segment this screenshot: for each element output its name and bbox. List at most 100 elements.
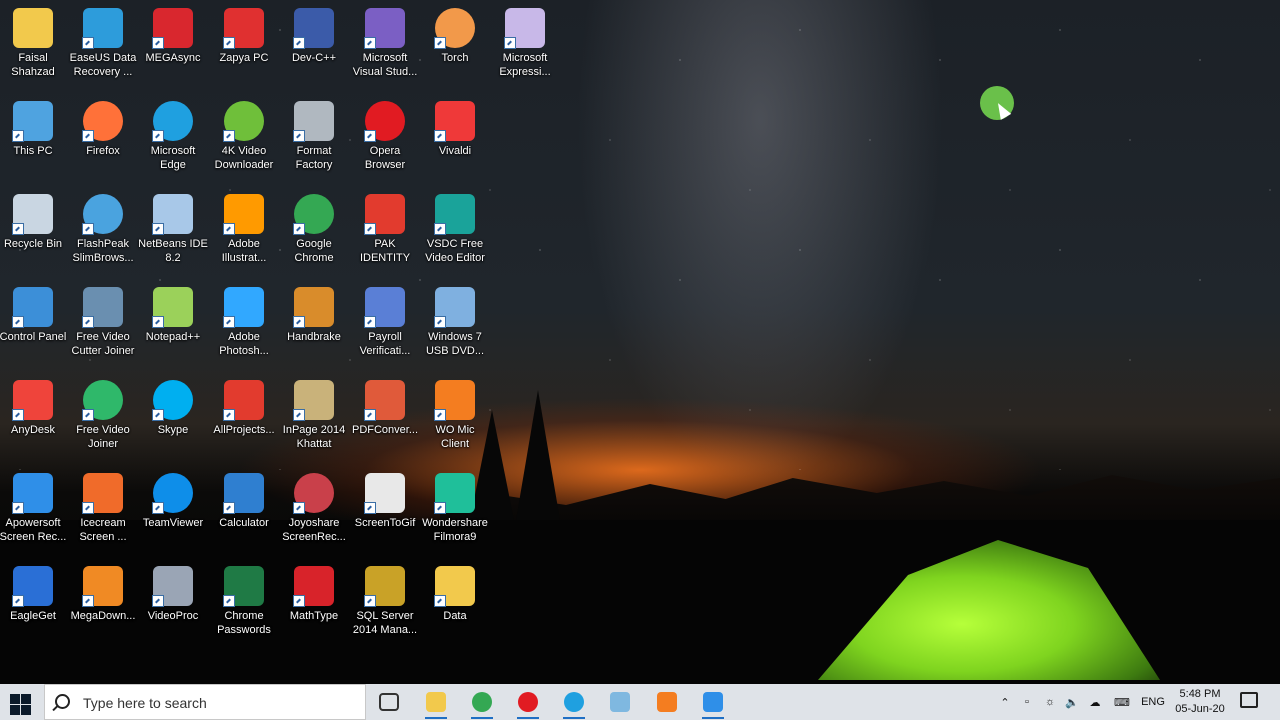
taskbar-app-button[interactable] — [421, 688, 451, 719]
show-hidden-icons-chevron-icon[interactable]: ⌃ — [996, 684, 1014, 720]
desktop-icon[interactable]: AllProjects... — [209, 372, 279, 437]
desktop-icon[interactable]: ScreenToGif — [350, 465, 420, 530]
desktop-icon[interactable]: Wondershare Filmora9 — [420, 465, 490, 544]
desktop-icon[interactable]: Handbrake — [279, 279, 349, 344]
desktop-icon[interactable]: EaseUS Data Recovery ... — [68, 0, 138, 79]
anydesk-icon — [12, 380, 53, 421]
desktop-icon[interactable]: TeamViewer — [138, 465, 208, 530]
taskbar-app-button[interactable] — [559, 688, 589, 719]
clock-date: 05-Jun-20 — [1175, 703, 1225, 715]
filmora-icon — [434, 473, 475, 514]
zapya-icon — [223, 8, 264, 49]
desktop-icon-label: Icecream Screen ... — [79, 517, 127, 543]
windows-logo-icon — [10, 694, 20, 704]
desktop-icon[interactable]: Format Factory — [279, 93, 349, 172]
desktop-icon[interactable]: MegaDown... — [68, 558, 138, 623]
taskbar-app-button[interactable] — [605, 688, 635, 716]
pdf-converter-icon — [364, 380, 405, 421]
desktop-icon[interactable]: MEGAsync — [138, 0, 208, 65]
desktop-icon[interactable]: Joyoshare ScreenRec... — [279, 465, 349, 544]
desktop-icon[interactable]: Payroll Verificati... — [350, 279, 420, 358]
desktop-icon[interactable]: FlashPeak SlimBrows... — [68, 186, 138, 265]
desktop-icon[interactable]: VSDC Free Video Editor — [420, 186, 490, 265]
shortcut-arrow-icon — [293, 223, 305, 235]
cloud-icon[interactable]: ☁ — [1084, 684, 1106, 720]
desktop-icon[interactable]: PDFConver... — [350, 372, 420, 437]
taskbar-app-button[interactable] — [513, 688, 543, 719]
shortcut-arrow-icon — [504, 37, 516, 49]
desktop-icon[interactable]: Apowersoft Screen Rec... — [0, 465, 68, 544]
shortcut-arrow-icon — [293, 502, 305, 514]
apowersoft-icon — [12, 473, 53, 514]
desktop-icon[interactable]: VideoProc — [138, 558, 208, 623]
desktop-icon[interactable]: Adobe Photosh... — [209, 279, 279, 358]
desktop-icon[interactable]: Icecream Screen ... — [68, 465, 138, 544]
desktop-icon[interactable]: This PC — [0, 93, 68, 158]
language-indicator[interactable]: ENG — [1138, 684, 1168, 720]
sql-server-icon — [364, 566, 405, 607]
desktop-icon[interactable]: WO Mic Client — [420, 372, 490, 451]
taskbar-app-button[interactable] — [374, 688, 404, 716]
desktop-icon[interactable]: Data — [420, 558, 490, 623]
chrome-icon — [293, 194, 334, 235]
desktop-icon[interactable]: Skype — [138, 372, 208, 437]
desktop-icon[interactable]: Opera Browser — [350, 93, 420, 172]
joyoshare-icon — [293, 473, 334, 514]
desktop-icon[interactable]: Firefox — [68, 93, 138, 158]
shortcut-arrow-icon — [364, 316, 376, 328]
shortcut-arrow-icon — [152, 316, 164, 328]
desktop-icon[interactable]: NetBeans IDE 8.2 — [138, 186, 208, 265]
desktop-icon[interactable]: PAK IDENTITY — [350, 186, 420, 265]
desktop-icon-label: Recycle Bin — [3, 238, 63, 250]
network-adapter-icon[interactable]: ▫ — [1018, 684, 1036, 720]
videoproc-icon — [152, 566, 193, 607]
desktop-icon[interactable]: EagleGet — [0, 558, 68, 623]
desktop-icon[interactable]: Adobe Illustrat... — [209, 186, 279, 265]
desktop-icon-label: Skype — [157, 424, 189, 436]
desktop-icon[interactable]: Calculator — [209, 465, 279, 530]
start-button[interactable] — [8, 692, 31, 715]
desktop-icon[interactable]: Microsoft Visual Stud... — [350, 0, 420, 79]
action-center-notification-icon[interactable] — [1240, 692, 1258, 708]
shortcut-arrow-icon — [293, 316, 305, 328]
desktop-icon[interactable]: Control Panel — [0, 279, 68, 344]
desktop-icon[interactable]: Google Chrome — [279, 186, 349, 265]
desktop-icon[interactable]: Dev-C++ — [279, 0, 349, 65]
desktop-icon[interactable]: Chrome Passwords — [209, 558, 279, 637]
desktop-icon[interactable]: AnyDesk — [0, 372, 68, 437]
shortcut-arrow-icon — [364, 223, 376, 235]
shortcut-arrow-icon — [12, 409, 24, 421]
taskbar-search-box[interactable] — [44, 684, 366, 720]
desktop-icon[interactable]: Windows 7 USB DVD... — [420, 279, 490, 358]
wifi-icon[interactable]: ☼ — [1040, 684, 1060, 720]
desktop-icon[interactable]: Faisal Shahzad — [0, 0, 68, 79]
desktop-icon[interactable]: MathType — [279, 558, 349, 623]
desktop-icon[interactable]: Notepad++ — [138, 279, 208, 344]
search-input[interactable] — [81, 693, 355, 713]
desktop-icon-label: Windows 7 USB DVD... — [425, 331, 485, 357]
desktop-icon[interactable]: Microsoft Expressi... — [490, 0, 560, 79]
taskbar-app-button[interactable] — [467, 688, 497, 719]
desktop-icon[interactable]: Torch — [420, 0, 490, 65]
search-icon — [55, 694, 70, 709]
desktop-icon[interactable]: Zapya PC — [209, 0, 279, 65]
shortcut-arrow-icon — [434, 595, 446, 607]
eagleget-icon — [12, 566, 53, 607]
video-cutter-icon — [82, 287, 123, 328]
desktop-icon[interactable]: Microsoft Edge — [138, 93, 208, 172]
pdf-icon — [364, 194, 405, 235]
desktop-icon[interactable]: Recycle Bin — [0, 186, 68, 251]
desktop-icon[interactable]: InPage 2014 Khattat — [279, 372, 349, 451]
taskbar-app-button[interactable] — [698, 688, 728, 719]
volume-icon[interactable]: 🔈 — [1062, 684, 1082, 720]
vivaldi-icon — [434, 101, 475, 142]
system-clock[interactable]: 5:48 PM 05-Jun-20 — [1168, 687, 1232, 717]
desktop-icon[interactable]: Vivaldi — [420, 93, 490, 158]
desktop-icon[interactable]: 4K Video Downloader — [209, 93, 279, 172]
desktop-icon[interactable]: Free Video Cutter Joiner — [68, 279, 138, 358]
desktop-icon-label: EaseUS Data Recovery ... — [69, 52, 137, 78]
keyboard-icon[interactable]: ⌨ — [1110, 684, 1134, 720]
taskbar-app-button[interactable] — [652, 688, 682, 716]
desktop-icon[interactable]: SQL Server 2014 Mana... — [350, 558, 420, 637]
desktop-icon[interactable]: Free Video Joiner — [68, 372, 138, 451]
